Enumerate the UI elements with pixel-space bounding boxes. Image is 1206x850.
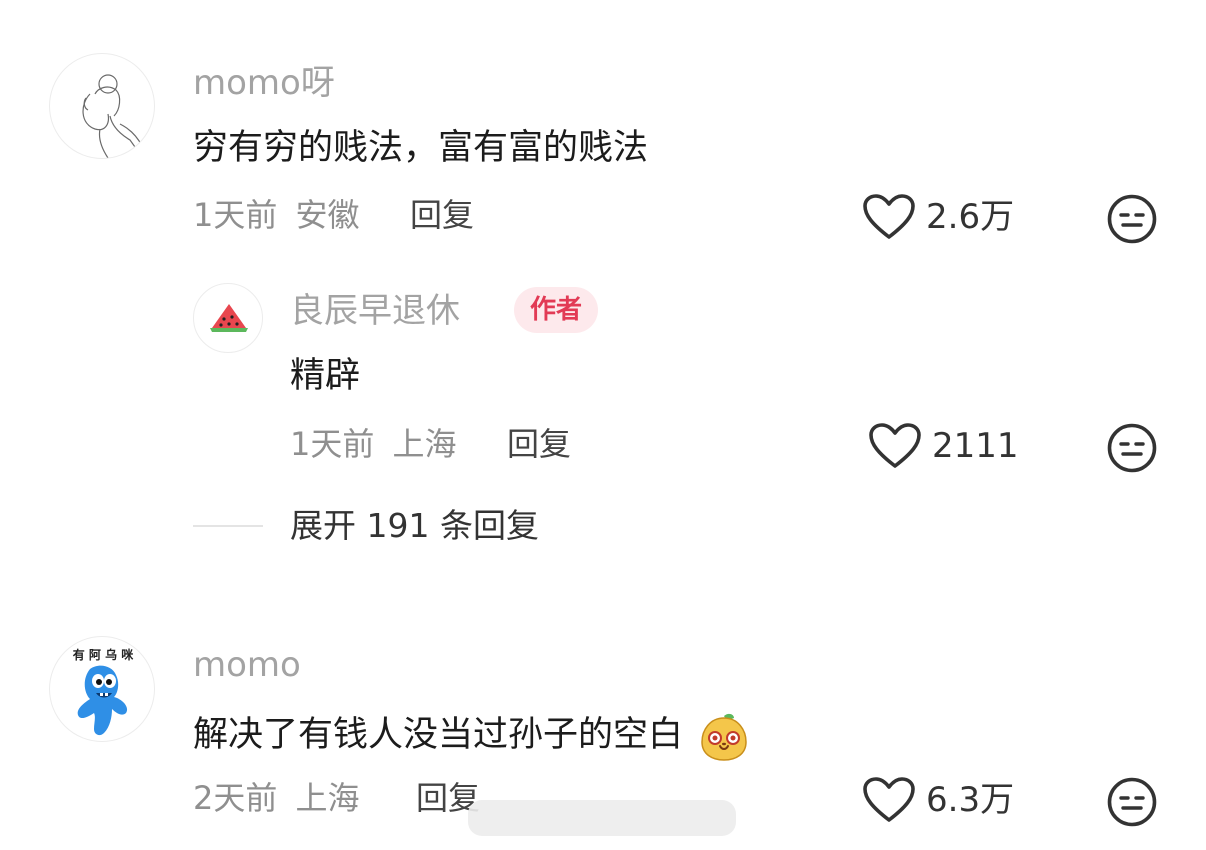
reply-like-count: 2111 <box>932 426 1019 466</box>
meh-face-icon <box>1107 423 1157 473</box>
author-badge: 作者 <box>514 287 599 333</box>
comment-time: 2天前 <box>193 779 278 817</box>
like-count: 6.3万 <box>926 780 1015 820</box>
avatar-watermelon[interactable] <box>193 283 263 353</box>
expand-replies-button[interactable]: 展开 191 条回复 <box>290 506 539 546</box>
reply-like-button[interactable]: 2111 <box>868 422 1019 470</box>
like-count: 2.6万 <box>926 197 1015 237</box>
comment-username[interactable]: momo <box>193 645 301 685</box>
pear-emoji <box>701 713 747 761</box>
reply-time: 1天前 <box>290 425 375 463</box>
comment-location: 安徽 <box>295 196 360 234</box>
reply-location: 上海 <box>392 425 457 463</box>
comment-text: 解决了有钱人没当过孙子的空白 <box>193 710 750 762</box>
blue-monster-avatar: 有 阿 乌 咪 <box>73 647 135 736</box>
comment-location: 上海 <box>295 779 360 817</box>
comment-time: 1天前 <box>193 196 278 234</box>
heart-outline-icon <box>863 777 915 822</box>
avatar-caption: 有 阿 乌 咪 <box>73 647 135 662</box>
watermark-overlay <box>468 800 736 836</box>
comment-meta: 2天前 上海 <box>193 779 360 817</box>
heart-outline-icon <box>869 423 921 468</box>
comment-text-content: 解决了有钱人没当过孙子的空白 <box>193 715 684 755</box>
like-button[interactable]: 2.6万 <box>862 193 1014 241</box>
reply-text: 精辟 <box>290 356 361 396</box>
heart-outline-icon <box>863 194 915 239</box>
meh-face-icon <box>1107 777 1157 827</box>
reaction-button[interactable] <box>1106 193 1158 249</box>
reply-reaction-button[interactable] <box>1106 422 1158 478</box>
expand-divider <box>193 525 263 527</box>
comment-meta: 1天前 安徽 <box>193 196 360 234</box>
sketch-woman-avatar <box>82 74 143 158</box>
reply-button[interactable]: 回复 <box>410 196 474 234</box>
reply-meta: 1天前 上海 <box>290 425 457 463</box>
avatar-sketch-woman[interactable] <box>49 53 155 159</box>
meh-face-icon <box>1107 194 1157 244</box>
avatar-blue-monster[interactable]: 有 阿 乌 咪 <box>49 636 155 742</box>
reply-username[interactable]: 良辰早退休 <box>290 291 460 331</box>
comment-text: 穷有穷的贱法，富有富的贱法 <box>193 128 649 168</box>
reply-reply-button[interactable]: 回复 <box>507 425 571 463</box>
watermelon-avatar <box>210 304 248 332</box>
comment-username[interactable]: momo呀 <box>193 63 335 103</box>
reaction-button[interactable] <box>1106 776 1158 832</box>
like-button[interactable]: 6.3万 <box>862 776 1014 824</box>
